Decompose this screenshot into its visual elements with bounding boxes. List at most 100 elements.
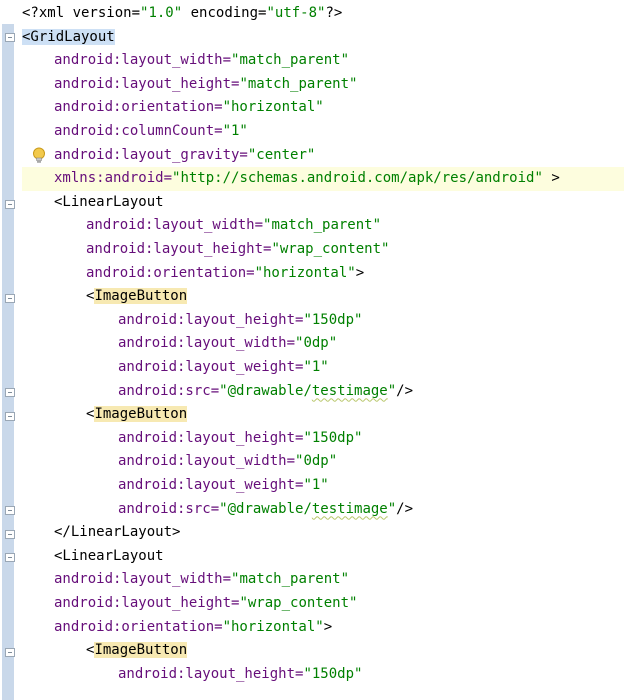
attribute-name: android:layout_height= (118, 429, 304, 446)
code-line[interactable]: android:layout_width="match_parent" (22, 568, 349, 592)
fold-toggle-icon[interactable] (5, 294, 15, 303)
attribute-name: android:src= (118, 500, 220, 517)
attribute-value: "150dp" (303, 311, 363, 328)
attribute-name: android:layout_width= (118, 453, 296, 470)
attribute-name: android:src= (118, 382, 220, 399)
fold-toggle-icon[interactable] (5, 648, 15, 657)
code-line[interactable]: android:layout_height="wrap_content" (22, 238, 389, 262)
attribute-name: xmlns:android= (54, 170, 173, 187)
attribute-name: android:orientation= (54, 618, 223, 635)
attribute-value: "http://schemas.android.com/apk/res/andr… (172, 170, 543, 187)
attribute-name: android:layout_weight= (118, 359, 304, 375)
code-line[interactable]: android:layout_height="150dp" (22, 427, 362, 451)
code-token: </LinearLayout> (54, 524, 181, 541)
attribute-value: "1.0" (140, 5, 183, 21)
fold-toggle-icon[interactable] (5, 412, 15, 421)
attribute-name: android:layout_height= (118, 665, 304, 682)
attribute-value: "horizontal" (254, 264, 356, 281)
code-line[interactable]: <ImageButton (22, 285, 188, 309)
attribute-value: "match_parent" (239, 75, 358, 92)
attribute-value: "match_parent" (231, 571, 350, 588)
code-line[interactable]: <ImageButton (22, 403, 188, 427)
code-token: <? (22, 5, 39, 21)
fold-region-bar (2, 24, 14, 700)
matched-tag-name: ImageButton (94, 642, 188, 659)
code-line[interactable]: android:layout_height="150dp" (22, 663, 362, 687)
attribute-name: android:layout_height= (86, 241, 272, 257)
attribute-name: android:orientation= (86, 264, 255, 281)
code-token: ?> (325, 5, 343, 21)
code-line[interactable]: android:layout_height="150dp" (22, 309, 362, 333)
attribute-name: android:layout_height= (54, 595, 240, 611)
code-line[interactable]: android:layout_weight="1" (22, 356, 329, 380)
attribute-name: android:orientation= (54, 99, 223, 116)
fold-toggle-icon[interactable] (5, 530, 15, 539)
code-line[interactable]: </LinearLayout> (22, 521, 180, 545)
attribute-value: "center" (247, 146, 316, 163)
fold-toggle-icon[interactable] (5, 506, 15, 515)
attribute-value: "match_parent" (263, 217, 382, 234)
code-line[interactable]: android:layout_weight="1" (22, 474, 329, 498)
attribute-value: "0dp" (295, 453, 338, 470)
selected-tag: <GridLayout (22, 28, 115, 45)
fold-toggle-icon[interactable] (5, 200, 15, 209)
code-line[interactable]: <LinearLayout (22, 545, 164, 569)
attribute-value: " (387, 382, 397, 399)
code-line[interactable]: android:src="@drawable/testimage"/> (22, 498, 413, 522)
code-line[interactable]: <ImageButton (22, 639, 188, 663)
attribute-value: "@drawable/ (219, 382, 312, 399)
code-token: <LinearLayout (54, 193, 164, 210)
code-token: > (542, 170, 560, 187)
attribute-name: android:layout_width= (118, 335, 296, 352)
attribute-value: "@drawable/ (219, 500, 312, 517)
code-token: /> (396, 500, 414, 517)
editor-gutter (0, 0, 20, 700)
code-line[interactable]: android:layout_height="wrap_content" (22, 592, 357, 616)
matched-tag-name: ImageButton (94, 288, 188, 305)
attribute-name: android:columnCount= (54, 123, 223, 139)
matched-tag-name: ImageButton (94, 406, 188, 423)
code-line[interactable]: android:columnCount="1" (22, 120, 248, 144)
code-line[interactable]: android:src="@drawable/testimage"/> (22, 380, 413, 404)
fold-toggle-icon[interactable] (5, 388, 15, 397)
attribute-value: "wrap_content" (239, 595, 358, 611)
code-line[interactable]: android:layout_gravity="center" (22, 144, 315, 168)
code-line[interactable]: <LinearLayout (22, 191, 164, 215)
attribute-name: android:layout_width= (54, 571, 232, 588)
caret-line[interactable]: xmlns:android="http://schemas.android.co… (22, 167, 624, 191)
code-line[interactable]: <GridLayout (22, 26, 115, 50)
code-line[interactable]: <?xml version="1.0" encoding="utf-8"?> (22, 2, 342, 26)
attribute-value: "horizontal" (222, 99, 324, 116)
attribute-value: "match_parent" (231, 52, 350, 69)
fold-toggle-icon[interactable] (5, 33, 15, 42)
attribute-value: "150dp" (303, 429, 363, 446)
attribute-value: "horizontal" (222, 618, 324, 635)
code-line[interactable]: android:layout_width="0dp" (22, 332, 337, 356)
attribute-name: android:layout_width= (86, 217, 264, 234)
attribute-value: "1" (222, 123, 248, 139)
attribute-value: " (387, 500, 397, 517)
attribute-value: testimage (311, 382, 388, 399)
attribute-value: "1" (303, 477, 329, 493)
code-line[interactable]: android:layout_width="0dp" (22, 450, 337, 474)
code-line[interactable]: android:layout_height="match_parent" (22, 73, 357, 97)
attribute-value: "wrap_content" (271, 241, 390, 257)
attribute-value: "0dp" (295, 335, 338, 352)
attribute-value: "1" (303, 359, 329, 375)
code-line[interactable]: android:layout_width="match_parent" (22, 49, 349, 73)
attribute-name: android:layout_height= (118, 311, 304, 328)
code-line[interactable]: android:layout_width="match_parent" (22, 214, 381, 238)
code-line[interactable]: android:orientation="horizontal"> (22, 616, 332, 640)
attribute-value: testimage (311, 500, 388, 517)
attribute-name: android:layout_gravity= (54, 146, 248, 163)
code-token: > (355, 264, 365, 281)
attribute-name: android:layout_height= (54, 75, 240, 92)
code-token: /> (396, 382, 414, 399)
code-token: <LinearLayout (54, 547, 164, 564)
code-line[interactable]: android:orientation="horizontal" (22, 96, 324, 120)
code-token: encoding= (182, 5, 267, 21)
fold-toggle-icon[interactable] (5, 553, 15, 562)
attribute-name: android:layout_width= (54, 52, 232, 69)
code-line[interactable]: android:orientation="horizontal"> (22, 262, 364, 286)
attribute-name: android:layout_weight= (118, 477, 304, 493)
